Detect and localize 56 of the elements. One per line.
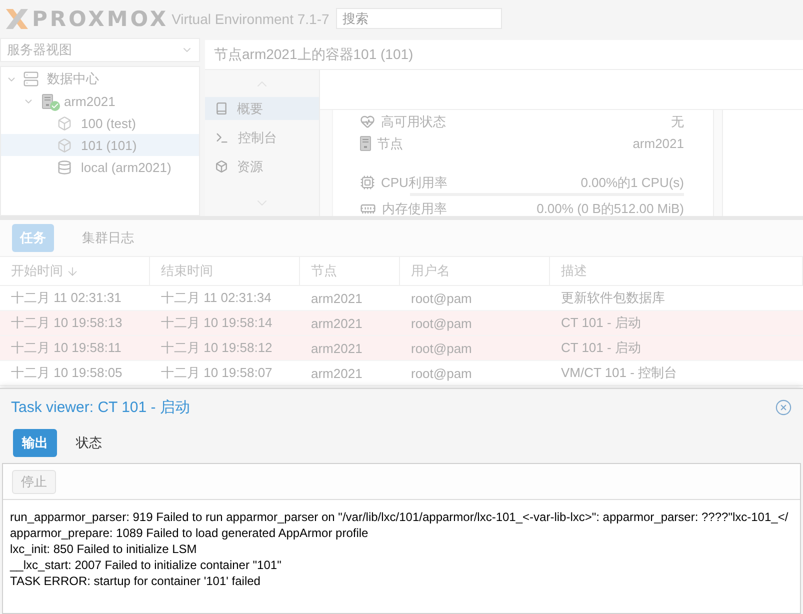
column-header[interactable]: 描述 [550,256,803,286]
nav-item[interactable]: 资源 [205,155,319,178]
status-label: 内存使用率 [382,200,447,218]
column-header[interactable]: 开始时间 [0,256,150,286]
task-row[interactable]: 十二月 10 19:58:13 十二月 10 19:58:14 arm2021 root@pam CT 101 - 启动 [0,311,803,336]
table-cell: 十二月 10 19:58:05 [0,361,150,386]
book-icon [215,102,228,115]
tree-item[interactable]: local (arm2021) [1,156,199,178]
tab[interactable]: 任务 [12,224,54,252]
version-text: Virtual Environment 7.1-7 [172,10,330,26]
database-icon [57,160,72,174]
tab[interactable]: 输出 [13,429,57,457]
heart-pulse-icon [360,114,375,129]
window-title: Task viewer: CT 101 - 启动 [11,398,190,417]
status-value: 无 [671,112,684,130]
status-value: 0.00%的1 CPU(s) [580,174,684,192]
table-cell: arm2021 [300,361,400,386]
close-icon [775,399,792,416]
table-cell: VM/CT 101 - 控制台 [550,361,803,386]
nav-item[interactable]: 概要 [205,97,319,120]
table-cell: root@pam [400,361,550,386]
column-header[interactable]: 用户名 [400,256,550,286]
log-line: lxc_init: 850 Failed to initialize LSM [10,541,197,557]
cube-icon [57,138,72,152]
tower-server-icon [360,136,371,151]
tree-item[interactable]: 101 (101) [1,134,199,156]
column-header[interactable]: 结束时间 [150,256,300,286]
close-button[interactable] [775,399,792,416]
status-value: arm2021 [632,136,684,151]
tree-item[interactable]: 数据中心 [1,68,199,90]
server-rack-icon [22,71,38,87]
cpu-icon [360,175,375,190]
cube-icon [215,160,228,173]
logo-text: PROXMOX [32,6,169,30]
sort-arrow-icon [66,264,79,278]
status-label: 高可用状态 [381,112,446,130]
log-line: apparmor_prepare: 1089 Failed to load generated AppArmor profile [10,525,368,541]
cube-icon [57,116,72,130]
tree-item[interactable]: arm2021 [1,90,199,112]
tab[interactable]: 状态 [67,429,111,457]
task-row[interactable]: 十二月 10 19:58:11 十二月 10 19:58:12 arm2021 root@pam CT 101 - 启动 [0,336,803,361]
view-select[interactable]: 服务器视图 [0,38,200,62]
nav-item[interactable]: 控制台 [205,126,319,149]
log-line: __lxc_start: 2007 Failed to initialize container "101" [10,557,282,573]
tab[interactable]: 集群日志 [74,224,142,252]
status-value: 0.00% (0 B的512.00 MiB) [536,200,684,218]
search-field[interactable]: 搜索 [336,8,502,29]
tree-item[interactable]: 100 (test) [1,112,199,134]
status-label: CPU利用率 [381,174,448,192]
terminal-icon [215,130,229,144]
status-label: 节点 [377,134,403,152]
log-line: run_apparmor_parser: 919 Failed to run apparmor_parser on "/var/lib/lxc/101/apparmor/lxc-101_<-var-lib-lxc>": apparmor_parser: ????"lxc-101_</ [10,509,788,525]
tower-server-icon [42,94,53,108]
log-line: TASK ERROR: startup for container '101' failed [10,573,260,589]
logo-x-icon [4,8,30,30]
table-cell: 十二月 10 19:58:07 [150,361,300,386]
